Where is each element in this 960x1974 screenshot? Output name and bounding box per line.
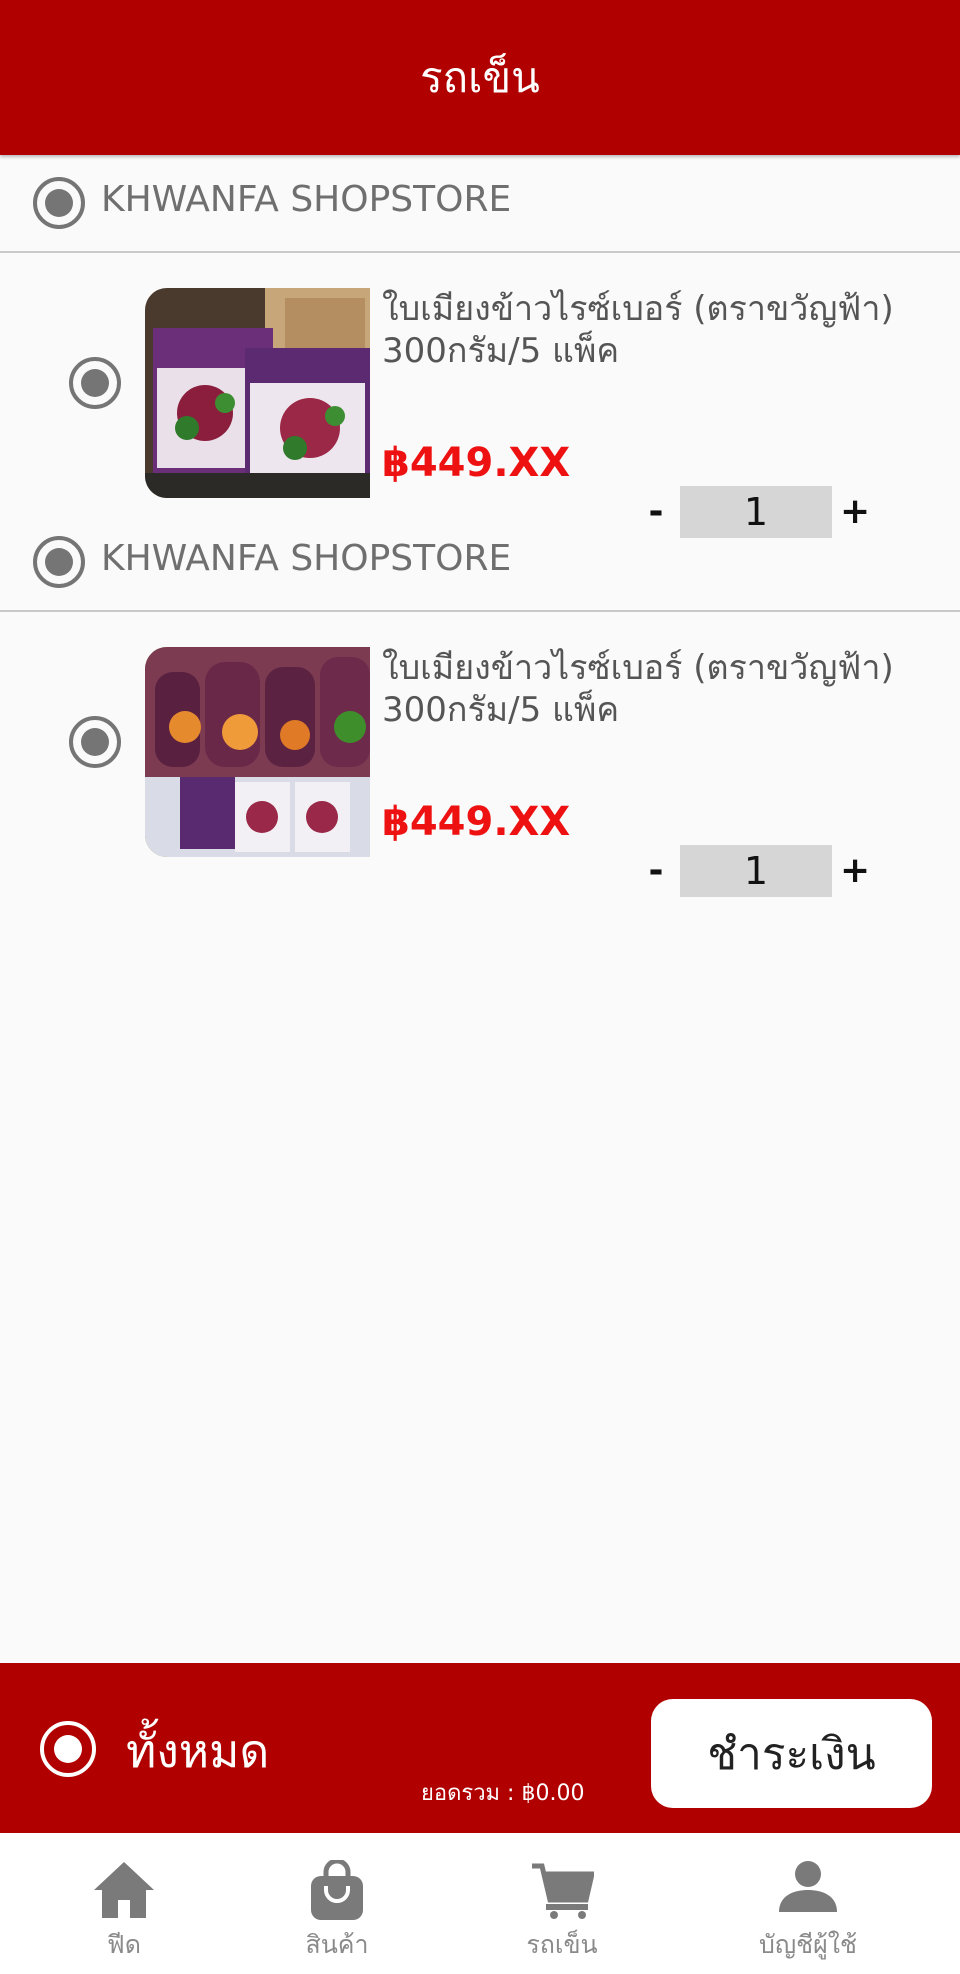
tab-label: ฟีด bbox=[107, 1930, 141, 1959]
select-all-radio[interactable] bbox=[40, 1721, 96, 1777]
product-price: ฿449.XX bbox=[382, 440, 571, 486]
store-name: KHWANFA SHOPSTORE bbox=[101, 179, 512, 220]
store-header: KHWANFA SHOPSTORE bbox=[0, 155, 960, 253]
qty-input[interactable]: 1 bbox=[680, 845, 832, 897]
item-select-radio[interactable] bbox=[69, 357, 121, 409]
item-select-radio[interactable] bbox=[69, 716, 121, 768]
tab-products[interactable]: สินค้า bbox=[237, 1833, 437, 1974]
tab-label: รถเข็น bbox=[526, 1930, 598, 1959]
qty-decrease-button[interactable]: - bbox=[641, 850, 671, 891]
user-icon bbox=[777, 1860, 839, 1916]
bottom-tab-bar: ฟีด สินค้า รถเข็น บัญชีผู้ใช้ bbox=[0, 1833, 960, 1974]
product-image[interactable] bbox=[145, 647, 370, 857]
product-title[interactable]: ใบเมียงข้าวไรซ์เบอร์ (ตราขวัญฟ้า) 300กรั… bbox=[382, 288, 942, 372]
tab-label: สินค้า bbox=[305, 1930, 369, 1959]
product-image[interactable] bbox=[145, 288, 370, 498]
checkout-button[interactable]: ชำระเงิน bbox=[651, 1699, 932, 1808]
store-select-radio[interactable] bbox=[33, 177, 85, 229]
tab-cart[interactable]: รถเข็น bbox=[462, 1833, 662, 1974]
cart-item: ใบเมียงข้าวไรซ์เบอร์ (ตราขวัญฟ้า) 300กรั… bbox=[0, 288, 960, 538]
home-icon bbox=[92, 1860, 156, 1924]
store-name: KHWANFA SHOPSTORE bbox=[101, 538, 512, 579]
tab-account[interactable]: บัญชีผู้ใช้ bbox=[708, 1833, 908, 1974]
select-all-label[interactable]: ทั้งหมด bbox=[126, 1715, 269, 1788]
product-title[interactable]: ใบเมียงข้าวไรซ์เบอร์ (ตราขวัญฟ้า) 300กรั… bbox=[382, 647, 942, 731]
page-title: รถเข็น bbox=[420, 52, 540, 102]
app-header: รถเข็น bbox=[0, 0, 960, 155]
tab-label: บัญชีผู้ใช้ bbox=[759, 1930, 857, 1959]
store-header: KHWANFA SHOPSTORE bbox=[0, 514, 960, 612]
store-select-radio[interactable] bbox=[33, 536, 85, 588]
checkout-bar: ทั้งหมด ยอดรวม : ฿0.00 ชำระเงิน bbox=[0, 1663, 960, 1833]
total-amount: ยอดรวม : ฿0.00 bbox=[421, 1781, 585, 1806]
shopping-bag-icon bbox=[309, 1858, 365, 1926]
product-price: ฿449.XX bbox=[382, 799, 571, 845]
tab-feed[interactable]: ฟีด bbox=[24, 1833, 224, 1974]
cart-icon bbox=[530, 1860, 596, 1924]
qty-increase-button[interactable]: + bbox=[840, 850, 870, 891]
cart-item: ใบเมียงข้าวไรซ์เบอร์ (ตราขวัญฟ้า) 300กรั… bbox=[0, 647, 960, 897]
